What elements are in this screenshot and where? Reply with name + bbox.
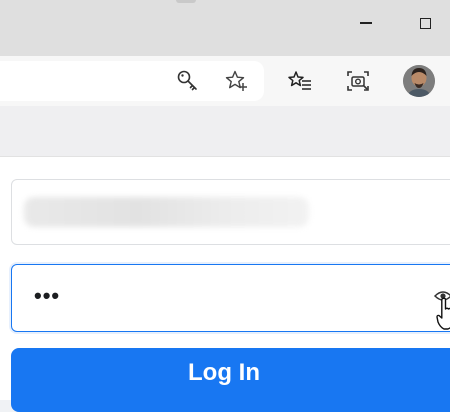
favorites-icon[interactable] bbox=[287, 69, 313, 93]
star-add-icon[interactable] bbox=[224, 69, 248, 93]
maximize-button[interactable] bbox=[405, 8, 445, 38]
favorites-bar bbox=[0, 106, 450, 157]
hand-cursor-icon bbox=[436, 297, 450, 331]
minimize-icon bbox=[360, 22, 372, 24]
email-value-redacted bbox=[24, 197, 309, 227]
email-field[interactable] bbox=[11, 179, 450, 245]
profile-avatar[interactable] bbox=[403, 65, 435, 97]
minimize-button[interactable] bbox=[346, 8, 386, 38]
password-field[interactable]: ••• bbox=[11, 264, 450, 332]
password-value: ••• bbox=[34, 283, 61, 308]
screenshot-icon[interactable] bbox=[345, 68, 371, 94]
maximize-icon bbox=[419, 17, 431, 29]
login-button[interactable]: Log In bbox=[11, 348, 450, 412]
tab-edge bbox=[176, 0, 196, 3]
key-icon[interactable] bbox=[176, 69, 200, 93]
login-button-label: Log In bbox=[188, 359, 260, 386]
window-title-bar bbox=[0, 0, 450, 56]
